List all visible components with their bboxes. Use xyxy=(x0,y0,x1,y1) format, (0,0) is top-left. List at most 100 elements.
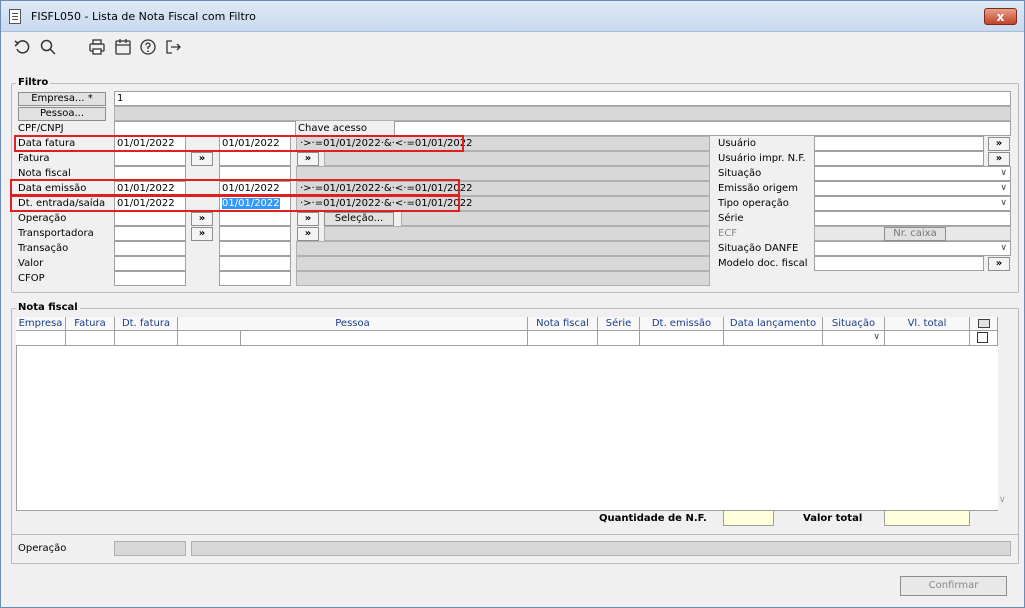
transacao-from-input[interactable] xyxy=(114,241,186,256)
cell-pessoa-name[interactable] xyxy=(241,331,528,346)
cell-data-lancamento[interactable] xyxy=(724,331,823,346)
col-nota-fiscal[interactable]: Nota fiscal xyxy=(528,317,598,331)
nota-fiscal-group-label: Nota fiscal xyxy=(16,302,80,313)
tipo-operacao-select[interactable]: ∨ xyxy=(814,196,1011,211)
dt-entrada-saida-from-input[interactable]: 01/01/2022 xyxy=(114,196,186,211)
valor-to-input[interactable] xyxy=(219,256,291,271)
chave-acesso-input[interactable] xyxy=(394,121,1011,136)
usuario-input[interactable] xyxy=(814,136,984,151)
operacao-lookup-button[interactable]: » xyxy=(191,212,213,226)
fatura-to-input[interactable] xyxy=(219,151,291,166)
exit-icon[interactable] xyxy=(164,38,182,56)
usuario-impr-lookup-button[interactable]: » xyxy=(988,152,1010,166)
pessoa-button[interactable]: Pessoa... xyxy=(18,107,106,121)
fatura-from-input[interactable] xyxy=(114,151,186,166)
col-vl-total[interactable]: Vl. total xyxy=(885,317,970,331)
usuario-lookup-button[interactable]: » xyxy=(988,137,1010,151)
cell-fatura[interactable] xyxy=(66,331,115,346)
data-fatura-to-input[interactable]: 01/01/2022 xyxy=(219,136,291,151)
usuario-impr-input[interactable] xyxy=(814,151,984,166)
fatura-to-lookup-button[interactable]: » xyxy=(297,152,319,166)
situacao-select[interactable]: ∨ xyxy=(814,166,1011,181)
dt-entrada-saida-to-input[interactable]: 01/01/2022 xyxy=(219,196,291,211)
undo-icon[interactable] xyxy=(13,38,31,56)
usuario-label: Usuário xyxy=(718,138,757,149)
operacao-filter-label: Operação xyxy=(18,213,67,224)
cell-vl-total[interactable] xyxy=(885,331,970,346)
window-title: FISFL050 - Lista de Nota Fiscal com Filt… xyxy=(31,10,256,23)
transacao-display xyxy=(296,241,710,256)
pessoa-display xyxy=(114,106,1011,121)
select-all-icon xyxy=(978,319,990,328)
col-fatura[interactable]: Fatura xyxy=(66,317,115,331)
cell-dt-emissao[interactable] xyxy=(640,331,724,346)
valor-total-label: Valor total xyxy=(803,513,863,524)
data-emissao-from-input[interactable]: 01/01/2022 xyxy=(114,181,186,196)
col-dt-emissao[interactable]: Dt. emissão xyxy=(640,317,724,331)
nota-fiscal-to-input[interactable] xyxy=(219,166,291,181)
chevron-down-icon: ∨ xyxy=(873,332,880,342)
ecf-label: ECF xyxy=(718,228,738,239)
operacao-from-input[interactable] xyxy=(114,211,186,226)
cell-dt-fatura[interactable] xyxy=(115,331,178,346)
confirmar-button[interactable]: Confirmar xyxy=(900,576,1007,596)
situacao-danfe-select[interactable]: ∨ xyxy=(814,241,1011,256)
modelo-doc-input[interactable] xyxy=(814,256,984,271)
help-icon[interactable] xyxy=(139,38,157,56)
data-emissao-label: Data emissão xyxy=(18,183,87,194)
cell-pessoa-code[interactable] xyxy=(178,331,241,346)
row-checkbox[interactable] xyxy=(977,332,988,343)
data-emissao-expression: ·>·=01/01/2022·&·<·=01/01/2022 xyxy=(296,181,710,196)
col-pessoa[interactable]: Pessoa xyxy=(178,317,528,331)
empresa-input[interactable]: 1 xyxy=(114,91,1011,106)
col-serie[interactable]: Série xyxy=(598,317,640,331)
scroll-down-icon[interactable]: ∨ xyxy=(999,495,1006,505)
cfop-to-input[interactable] xyxy=(219,271,291,286)
cfop-from-input[interactable] xyxy=(114,271,186,286)
close-button[interactable]: x xyxy=(984,8,1017,25)
cell-empresa[interactable] xyxy=(16,331,66,346)
transportadora-to-input[interactable] xyxy=(219,226,291,241)
col-dt-fatura[interactable]: Dt. fatura xyxy=(115,317,178,331)
transportadora-from-input[interactable] xyxy=(114,226,186,241)
search-icon[interactable] xyxy=(39,38,57,56)
cell-checkbox[interactable] xyxy=(970,331,998,346)
selected-text: 01/01/2022 xyxy=(222,198,280,209)
fatura-lookup-button[interactable]: » xyxy=(191,152,213,166)
nota-fiscal-from-input[interactable] xyxy=(114,166,186,181)
data-emissao-to-input[interactable]: 01/01/2022 xyxy=(219,181,291,196)
quantidade-nf-label: Quantidade de N.F. xyxy=(599,513,707,524)
situacao-danfe-label: Situação DANFE xyxy=(718,243,799,254)
col-situacao[interactable]: Situação xyxy=(823,317,885,331)
grid-scrollbar[interactable]: ∨ xyxy=(998,317,1010,511)
col-empresa[interactable]: Empresa xyxy=(16,317,66,331)
emissao-origem-select[interactable]: ∨ xyxy=(814,181,1011,196)
modelo-doc-lookup-button[interactable]: » xyxy=(988,257,1010,271)
operacao-to-input[interactable] xyxy=(219,211,291,226)
nota-fiscal-filter-label: Nota fiscal xyxy=(18,168,71,179)
col-data-lancamento[interactable]: Data lançamento xyxy=(724,317,823,331)
col-select-all[interactable] xyxy=(970,317,998,331)
data-fatura-expression: ·>·=01/01/2022·&·<·=01/01/2022 xyxy=(296,136,710,151)
cell-situacao[interactable]: ∨ xyxy=(823,331,885,346)
cpf-cnpj-input[interactable] xyxy=(114,121,296,136)
toolbar xyxy=(1,33,1024,61)
tipo-operacao-label: Tipo operação xyxy=(718,198,789,209)
transportadora-lookup-button[interactable]: » xyxy=(191,227,213,241)
operacao-to-lookup-button[interactable]: » xyxy=(297,212,319,226)
valor-from-input[interactable] xyxy=(114,256,186,271)
serie-input[interactable] xyxy=(814,211,1011,226)
cfop-label: CFOP xyxy=(18,273,45,284)
selecao-button[interactable]: Seleção... xyxy=(324,212,394,226)
data-fatura-from-input[interactable]: 01/01/2022 xyxy=(114,136,186,151)
dt-entrada-saida-expression: ·>·=01/01/2022·&·<·=01/01/2022 xyxy=(296,196,710,211)
print-icon[interactable] xyxy=(88,38,106,56)
cell-serie[interactable] xyxy=(598,331,640,346)
cell-nota-fiscal[interactable] xyxy=(528,331,598,346)
nr-caixa-button[interactable]: Nr. caixa xyxy=(884,227,946,241)
empresa-button[interactable]: Empresa... * xyxy=(18,92,106,106)
transacao-to-input[interactable] xyxy=(219,241,291,256)
valor-total-value xyxy=(884,510,970,526)
calendar-icon[interactable] xyxy=(114,38,132,56)
transportadora-to-lookup-button[interactable]: » xyxy=(297,227,319,241)
